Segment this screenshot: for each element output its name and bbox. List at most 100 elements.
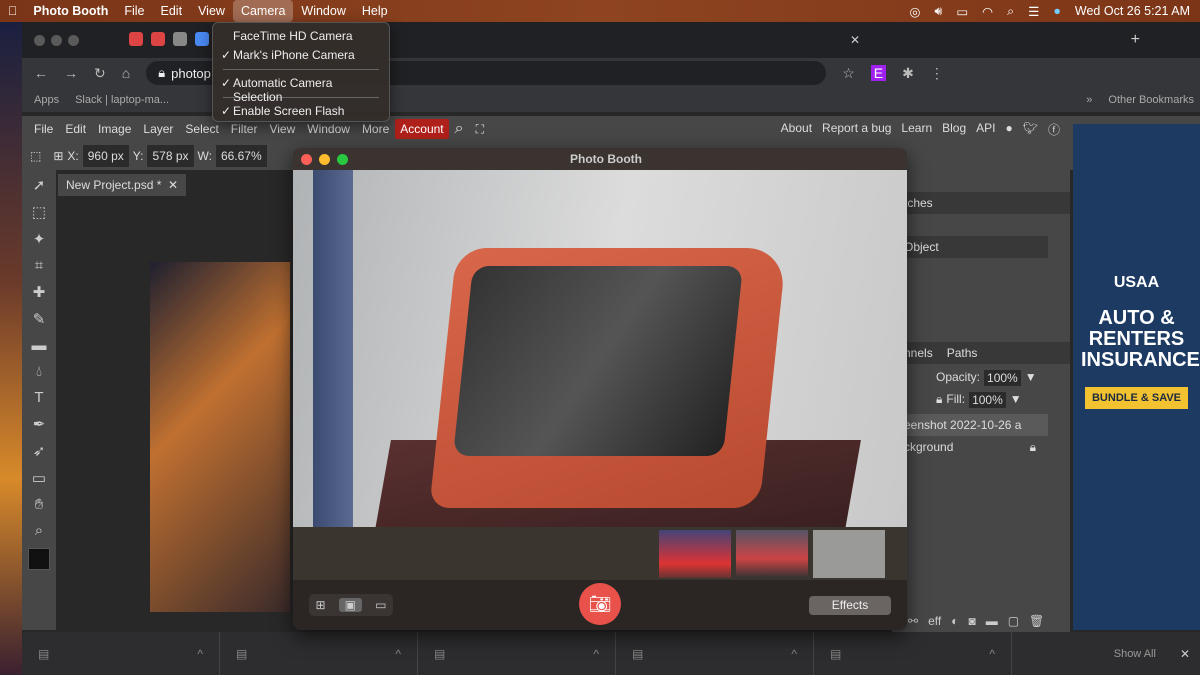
- move-tool-icon[interactable]: ➚: [33, 176, 46, 194]
- menu-help[interactable]: Help: [354, 0, 396, 22]
- marquee-tool-icon[interactable]: ⬚: [32, 203, 46, 221]
- ad-banner[interactable]: USAA AUTO & RENTERS INSURANCE BUNDLE & S…: [1073, 124, 1200, 630]
- pp-menu-select[interactable]: Select: [179, 122, 224, 136]
- anchor-grid-icon[interactable]: ⊞: [53, 149, 63, 163]
- back-icon[interactable]: ←: [34, 65, 48, 81]
- layer-row[interactable]: eenshot 2022-10-26 a: [892, 414, 1048, 436]
- close-downloads-button[interactable]: ✕: [1180, 647, 1190, 661]
- ad-cta-button[interactable]: BUNDLE & SAVE: [1085, 387, 1188, 409]
- color-swatch[interactable]: [28, 548, 50, 570]
- tab-favicons[interactable]: [125, 31, 213, 49]
- pp-menu-file[interactable]: File: [28, 122, 59, 136]
- hand-icon[interactable]: ✋︎: [35, 496, 44, 513]
- menu-item-iphone-camera[interactable]: ✓ Mark's iPhone Camera: [213, 46, 389, 65]
- fill-dropdown-icon[interactable]: ▼: [1010, 392, 1022, 408]
- shutter-button[interactable]: 📷︎: [579, 583, 621, 625]
- facebook-icon[interactable]: ⓕ: [1048, 121, 1060, 138]
- other-bookmarks[interactable]: Other Bookmarks: [1108, 94, 1194, 106]
- document-tab[interactable]: New Project.psd * ✕: [58, 174, 187, 196]
- path-select-icon[interactable]: ➶: [33, 442, 46, 460]
- layer-row[interactable]: ckground 🔒︎: [892, 436, 1048, 459]
- wifi-icon[interactable]: ◠: [982, 4, 993, 19]
- spotlight-icon[interactable]: ⌕: [1007, 4, 1014, 19]
- zoom-button[interactable]: [68, 34, 79, 46]
- magic-wand-icon[interactable]: ✦: [33, 230, 46, 248]
- w-field[interactable]: 66.67%: [215, 145, 267, 167]
- menu-view[interactable]: View: [190, 0, 233, 22]
- menu-window[interactable]: Window: [293, 0, 353, 22]
- mask-icon[interactable]: ◙: [968, 614, 975, 628]
- single-photo-icon[interactable]: ▣: [338, 598, 363, 612]
- swatches-tab[interactable]: tches: [904, 196, 933, 210]
- bookmark-slack[interactable]: Slack | laptop-ma...: [75, 94, 169, 106]
- siri-icon[interactable]: ●: [1053, 4, 1061, 18]
- pp-menu-window[interactable]: Window: [301, 122, 356, 136]
- pp-menu-more[interactable]: More: [356, 122, 395, 136]
- kebab-menu-icon[interactable]: ⋮: [930, 65, 944, 82]
- close-window-button[interactable]: [34, 34, 45, 46]
- menu-file[interactable]: File: [116, 0, 152, 22]
- healing-icon[interactable]: ✚: [33, 283, 46, 301]
- link-layers-icon[interactable]: ⚯: [908, 614, 918, 628]
- forward-icon[interactable]: →: [64, 65, 78, 81]
- hotspot-icon[interactable]: ◎: [910, 4, 921, 19]
- shape-icon[interactable]: ▭: [32, 469, 46, 487]
- object-row[interactable]: Object: [892, 236, 1048, 258]
- pp-menu-layer[interactable]: Layer: [137, 122, 179, 136]
- y-field[interactable]: 578 px: [147, 145, 194, 167]
- close-button[interactable]: [301, 153, 312, 165]
- zoom-icon[interactable]: ⌕: [35, 522, 43, 539]
- pp-menu-filter[interactable]: Filter: [225, 122, 264, 136]
- minimize-button[interactable]: [51, 34, 62, 46]
- control-center-icon[interactable]: ☰: [1028, 4, 1039, 19]
- new-layer-icon[interactable]: ▢: [1008, 614, 1019, 628]
- download-item[interactable]: ▤ ^: [22, 632, 220, 675]
- thumbnail[interactable]: [813, 530, 885, 578]
- trash-icon[interactable]: 🗑︎: [1029, 614, 1044, 628]
- pen-icon[interactable]: ✒: [33, 415, 46, 433]
- swatches-panel-header[interactable]: tches: [892, 192, 1070, 214]
- fill-field[interactable]: 100%: [969, 392, 1006, 408]
- menu-item-facetime-camera[interactable]: FaceTime HD Camera: [213, 27, 389, 46]
- gmail-tab[interactable]: [129, 31, 143, 46]
- fullscreen-icon[interactable]: ⛶: [470, 122, 490, 137]
- marquee-tool-icon[interactable]: ⬚: [30, 149, 41, 163]
- thumbnail[interactable]: [736, 530, 808, 578]
- volume-icon[interactable]: 🔊︎: [934, 4, 942, 19]
- download-item[interactable]: ▤ ^: [418, 632, 616, 675]
- clock[interactable]: Wed Oct 26 5:21 AM: [1075, 4, 1190, 18]
- download-item[interactable]: ▤ ^: [220, 632, 418, 675]
- link-about[interactable]: About: [781, 121, 812, 138]
- chevron-up-icon[interactable]: ^: [989, 647, 995, 661]
- close-doc-icon[interactable]: ✕: [165, 178, 178, 192]
- thumbnail[interactable]: [659, 530, 731, 578]
- crop-icon[interactable]: ⌗: [35, 257, 43, 274]
- opacity-dropdown-icon[interactable]: ▼: [1025, 370, 1037, 386]
- account-button[interactable]: Account: [395, 119, 449, 139]
- reddit-icon[interactable]: ●: [1006, 121, 1013, 138]
- adjustment-icon[interactable]: ◐: [951, 614, 958, 628]
- x-field[interactable]: 960 px: [82, 145, 129, 167]
- new-tab-button[interactable]: +: [1131, 31, 1140, 49]
- apple-icon[interactable]: : [0, 0, 25, 22]
- menu-edit[interactable]: Edit: [153, 0, 191, 22]
- chevron-up-icon[interactable]: ^: [197, 647, 203, 661]
- home-icon[interactable]: ⌂: [122, 65, 130, 81]
- folder-icon[interactable]: ▬: [986, 614, 998, 628]
- bookmark-apps[interactable]: Apps: [34, 94, 59, 106]
- link-learn[interactable]: Learn: [901, 121, 932, 138]
- close-tab-icon[interactable]: ✕: [850, 33, 860, 47]
- video-icon[interactable]: ▭: [375, 598, 386, 612]
- download-item[interactable]: ▤ ^: [616, 632, 814, 675]
- search-icon[interactable]: ⌕: [449, 120, 470, 138]
- globe-tab[interactable]: [173, 31, 187, 46]
- menu-item-screen-flash[interactable]: ✓ Enable Screen Flash: [213, 102, 389, 121]
- calendar-tab[interactable]: [195, 31, 209, 46]
- chevron-up-icon[interactable]: ^: [395, 647, 401, 661]
- bookmarks-overflow[interactable]: »: [1086, 94, 1092, 106]
- star-icon[interactable]: ☆: [842, 65, 855, 82]
- minimize-button[interactable]: [319, 153, 330, 165]
- brush-icon[interactable]: ✎: [33, 310, 46, 328]
- extensions-icon[interactable]: ✱: [902, 65, 914, 82]
- pp-menu-view[interactable]: View: [263, 122, 301, 136]
